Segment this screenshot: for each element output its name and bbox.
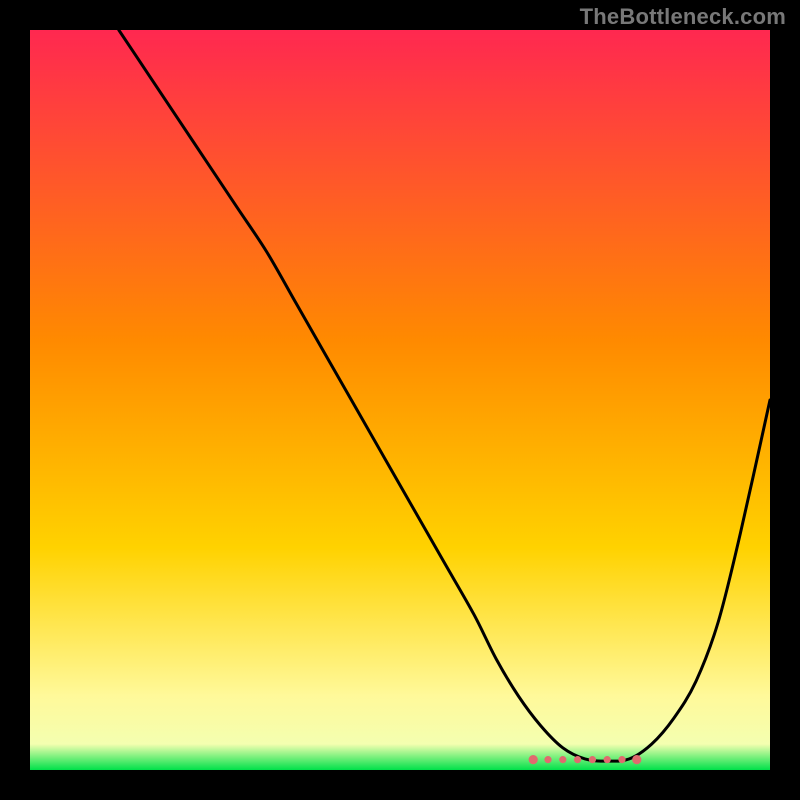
watermark-text: TheBottleneck.com: [580, 4, 786, 30]
valley-dot: [604, 756, 611, 763]
chart-frame: TheBottleneck.com: [0, 0, 800, 800]
plot-area: [30, 30, 770, 770]
valley-dot: [632, 755, 641, 764]
gradient-background: [30, 30, 770, 770]
valley-dot: [544, 756, 551, 763]
valley-dot: [618, 756, 625, 763]
plot-svg: [30, 30, 770, 770]
valley-dot: [559, 756, 566, 763]
valley-dot: [574, 756, 581, 763]
valley-dot: [529, 755, 538, 764]
valley-dot: [589, 756, 596, 763]
